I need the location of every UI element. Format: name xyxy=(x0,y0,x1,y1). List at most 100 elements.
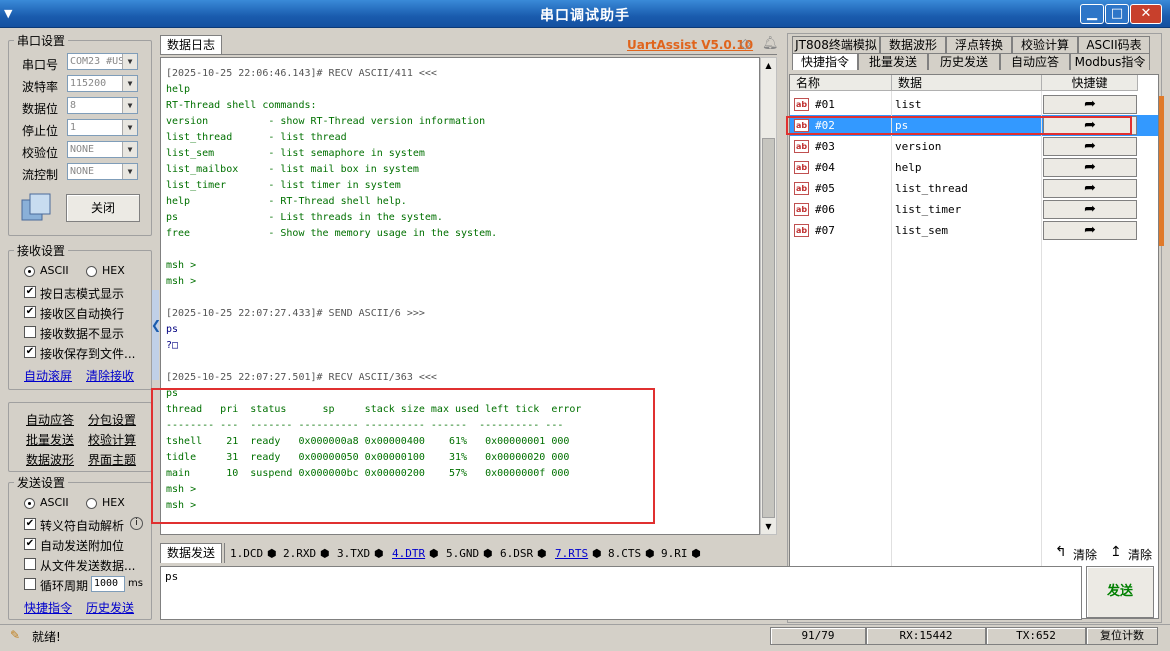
chevron-down-icon: ▼ xyxy=(122,142,137,157)
stopbits-select[interactable]: 1 ▼ xyxy=(67,119,138,136)
diamond-icon[interactable]: ◇ xyxy=(740,36,751,52)
send-arrow-button[interactable]: ➦ xyxy=(1043,137,1137,156)
status-ready: 就绪! xyxy=(32,630,61,644)
tab-data-send[interactable]: 数据发送 xyxy=(160,543,222,563)
tab-data-log[interactable]: 数据日志 xyxy=(160,35,222,55)
tab-quick-0[interactable]: 快捷指令 xyxy=(792,53,858,70)
log-tab-divider xyxy=(160,54,777,55)
quick-row[interactable]: ab #04 help ➦ xyxy=(790,157,1158,178)
send-input[interactable]: ps xyxy=(160,566,1082,620)
waveform-link[interactable]: 数据波形 xyxy=(26,451,74,468)
tab-right-2[interactable]: 浮点转换 xyxy=(946,36,1012,53)
databits-select[interactable]: 8 ▼ xyxy=(67,97,138,114)
quick-row[interactable]: ab #07 list_sem ➦ xyxy=(790,220,1158,241)
receive-settings-title: 接收设置 xyxy=(14,242,69,259)
maximize-button[interactable]: □ xyxy=(1105,4,1129,24)
share-arrow-icon: ➦ xyxy=(1084,201,1096,217)
theme-link[interactable]: 界面主题 xyxy=(88,451,136,468)
reset-count-button[interactable]: 复位计数 xyxy=(1086,627,1158,645)
log-line: [2025-10-25 22:07:27.433]# SEND ASCII/6 … xyxy=(166,308,425,319)
signal-rts[interactable]: 7.RTS xyxy=(555,547,588,560)
scroll-up-icon[interactable]: ▲ xyxy=(761,58,776,73)
send-arrow-button[interactable]: ➦ xyxy=(1043,221,1137,240)
parity-select[interactable]: NONE ▼ xyxy=(67,141,138,158)
tab-right-0[interactable]: JT808终端模拟 xyxy=(792,36,880,53)
bell-icon[interactable]: 🔔︎ xyxy=(762,36,779,51)
baud-select[interactable]: 115200 ▼ xyxy=(67,75,138,92)
send-arrow-button[interactable]: ➦ xyxy=(1043,200,1137,219)
collapse-handle[interactable] xyxy=(152,290,159,380)
quick-row-number: #04 xyxy=(815,161,835,174)
clear-all-icon[interactable]: ↥ xyxy=(1110,544,1122,560)
log-line: version - show RT-Thread version informa… xyxy=(166,116,486,127)
append-bits-label: 自动发送附加位 xyxy=(40,539,125,553)
send-arrow-button[interactable]: ➦ xyxy=(1043,158,1137,177)
tab-quick-1[interactable]: 批量发送 xyxy=(858,53,928,70)
send-arrow-button[interactable]: ➦ xyxy=(1043,95,1137,114)
quick-row[interactable]: ab #01 list ➦ xyxy=(790,94,1158,115)
loop-period-checkbox[interactable] xyxy=(24,578,36,590)
col-divider xyxy=(1041,91,1042,618)
signal-dcd: 1.DCD xyxy=(230,547,264,560)
clear-all-label[interactable]: 清除 xyxy=(1128,546,1152,563)
quick-row[interactable]: ab #03 version ➦ xyxy=(790,136,1158,157)
receive-ascii-radio[interactable] xyxy=(24,266,35,277)
send-arrow-button[interactable]: ➦ xyxy=(1043,179,1137,198)
send-button[interactable]: 发送 xyxy=(1086,566,1154,618)
scroll-down-icon[interactable]: ▼ xyxy=(761,519,776,534)
log-scrollbar[interactable]: ▲ ▼ xyxy=(760,57,777,535)
info-icon[interactable]: i xyxy=(130,517,143,530)
auto-wrap-label: 接收区自动换行 xyxy=(40,307,125,321)
batch-send-link[interactable]: 批量发送 xyxy=(26,431,74,448)
auto-wrap-checkbox[interactable]: ✔ xyxy=(24,306,36,318)
send-from-file-checkbox[interactable] xyxy=(24,558,36,570)
save-to-file-checkbox[interactable]: ✔ xyxy=(24,346,36,358)
tab-right-3[interactable]: 校验计算 xyxy=(1012,36,1078,53)
clear-send-label[interactable]: 清除 xyxy=(1073,546,1097,563)
period-input[interactable]: 1000 xyxy=(91,576,125,592)
hide-data-checkbox[interactable] xyxy=(24,326,36,338)
auto-scroll-link[interactable]: 自动滚屏 xyxy=(24,367,72,384)
quick-row[interactable]: ab #05 list_thread ➦ xyxy=(790,178,1158,199)
log-mode-checkbox[interactable]: ✔ xyxy=(24,286,36,298)
quick-row-number: #07 xyxy=(815,224,835,237)
auto-reply-link[interactable]: 自动应答 xyxy=(26,411,74,428)
split-settings-link[interactable]: 分包设置 xyxy=(88,411,136,428)
send-hex-radio[interactable] xyxy=(86,498,97,509)
checksum-link[interactable]: 校验计算 xyxy=(88,431,136,448)
tab-right-4[interactable]: ASCII码表 xyxy=(1078,36,1150,53)
receive-hex-radio[interactable] xyxy=(86,266,97,277)
brand-link[interactable]: UartAssist V5.0.10 xyxy=(627,38,753,52)
clear-receive-link[interactable]: 清除接收 xyxy=(86,367,134,384)
status-rx: RX:15442 xyxy=(866,627,986,645)
quick-row[interactable]: ab #06 list_timer ➦ xyxy=(790,199,1158,220)
tab-quick-3[interactable]: 自动应答 xyxy=(1000,53,1070,70)
signal-dot-icon: ⬢ xyxy=(429,547,439,560)
minimize-button[interactable]: ▁ xyxy=(1080,4,1104,24)
log-mode-label: 按日志模式显示 xyxy=(40,287,125,301)
signal-dsr: 6.DSR xyxy=(500,547,534,560)
signal-dtr[interactable]: 4.DTR xyxy=(392,547,425,560)
close-window-button[interactable]: ✕ xyxy=(1130,4,1162,24)
log-line: [2025-10-25 22:06:46.143]# RECV ASCII/41… xyxy=(166,68,437,79)
text-icon: ab xyxy=(794,182,809,195)
append-bits-checkbox[interactable]: ✔ xyxy=(24,538,36,550)
signal-dot-icon: ⬢ xyxy=(267,547,277,560)
close-port-button[interactable]: 关闭 xyxy=(66,194,140,222)
tab-quick-4[interactable]: Modbus指令 xyxy=(1070,53,1150,70)
quick-commands-link[interactable]: 快捷指令 xyxy=(24,599,72,616)
escape-parse-checkbox[interactable]: ✔ xyxy=(24,518,36,530)
chevron-down-icon: ▼ xyxy=(122,164,137,179)
clear-send-icon[interactable]: ↰ xyxy=(1055,544,1067,560)
tab-right-1[interactable]: 数据波形 xyxy=(880,36,946,53)
signal-ri: 9.RI xyxy=(661,547,688,560)
signal-dot-icon: ⬢ xyxy=(320,547,330,560)
scroll-thumb[interactable] xyxy=(762,138,775,518)
flow-value: NONE xyxy=(70,166,95,177)
port-select[interactable]: COM23 #US ▼ xyxy=(67,53,138,70)
send-history-link[interactable]: 历史发送 xyxy=(86,599,134,616)
tab-quick-2[interactable]: 历史发送 xyxy=(928,53,1000,70)
flow-select[interactable]: NONE ▼ xyxy=(67,163,138,180)
signal-dot-icon: ⬢ xyxy=(645,547,655,560)
send-ascii-radio[interactable] xyxy=(24,498,35,509)
